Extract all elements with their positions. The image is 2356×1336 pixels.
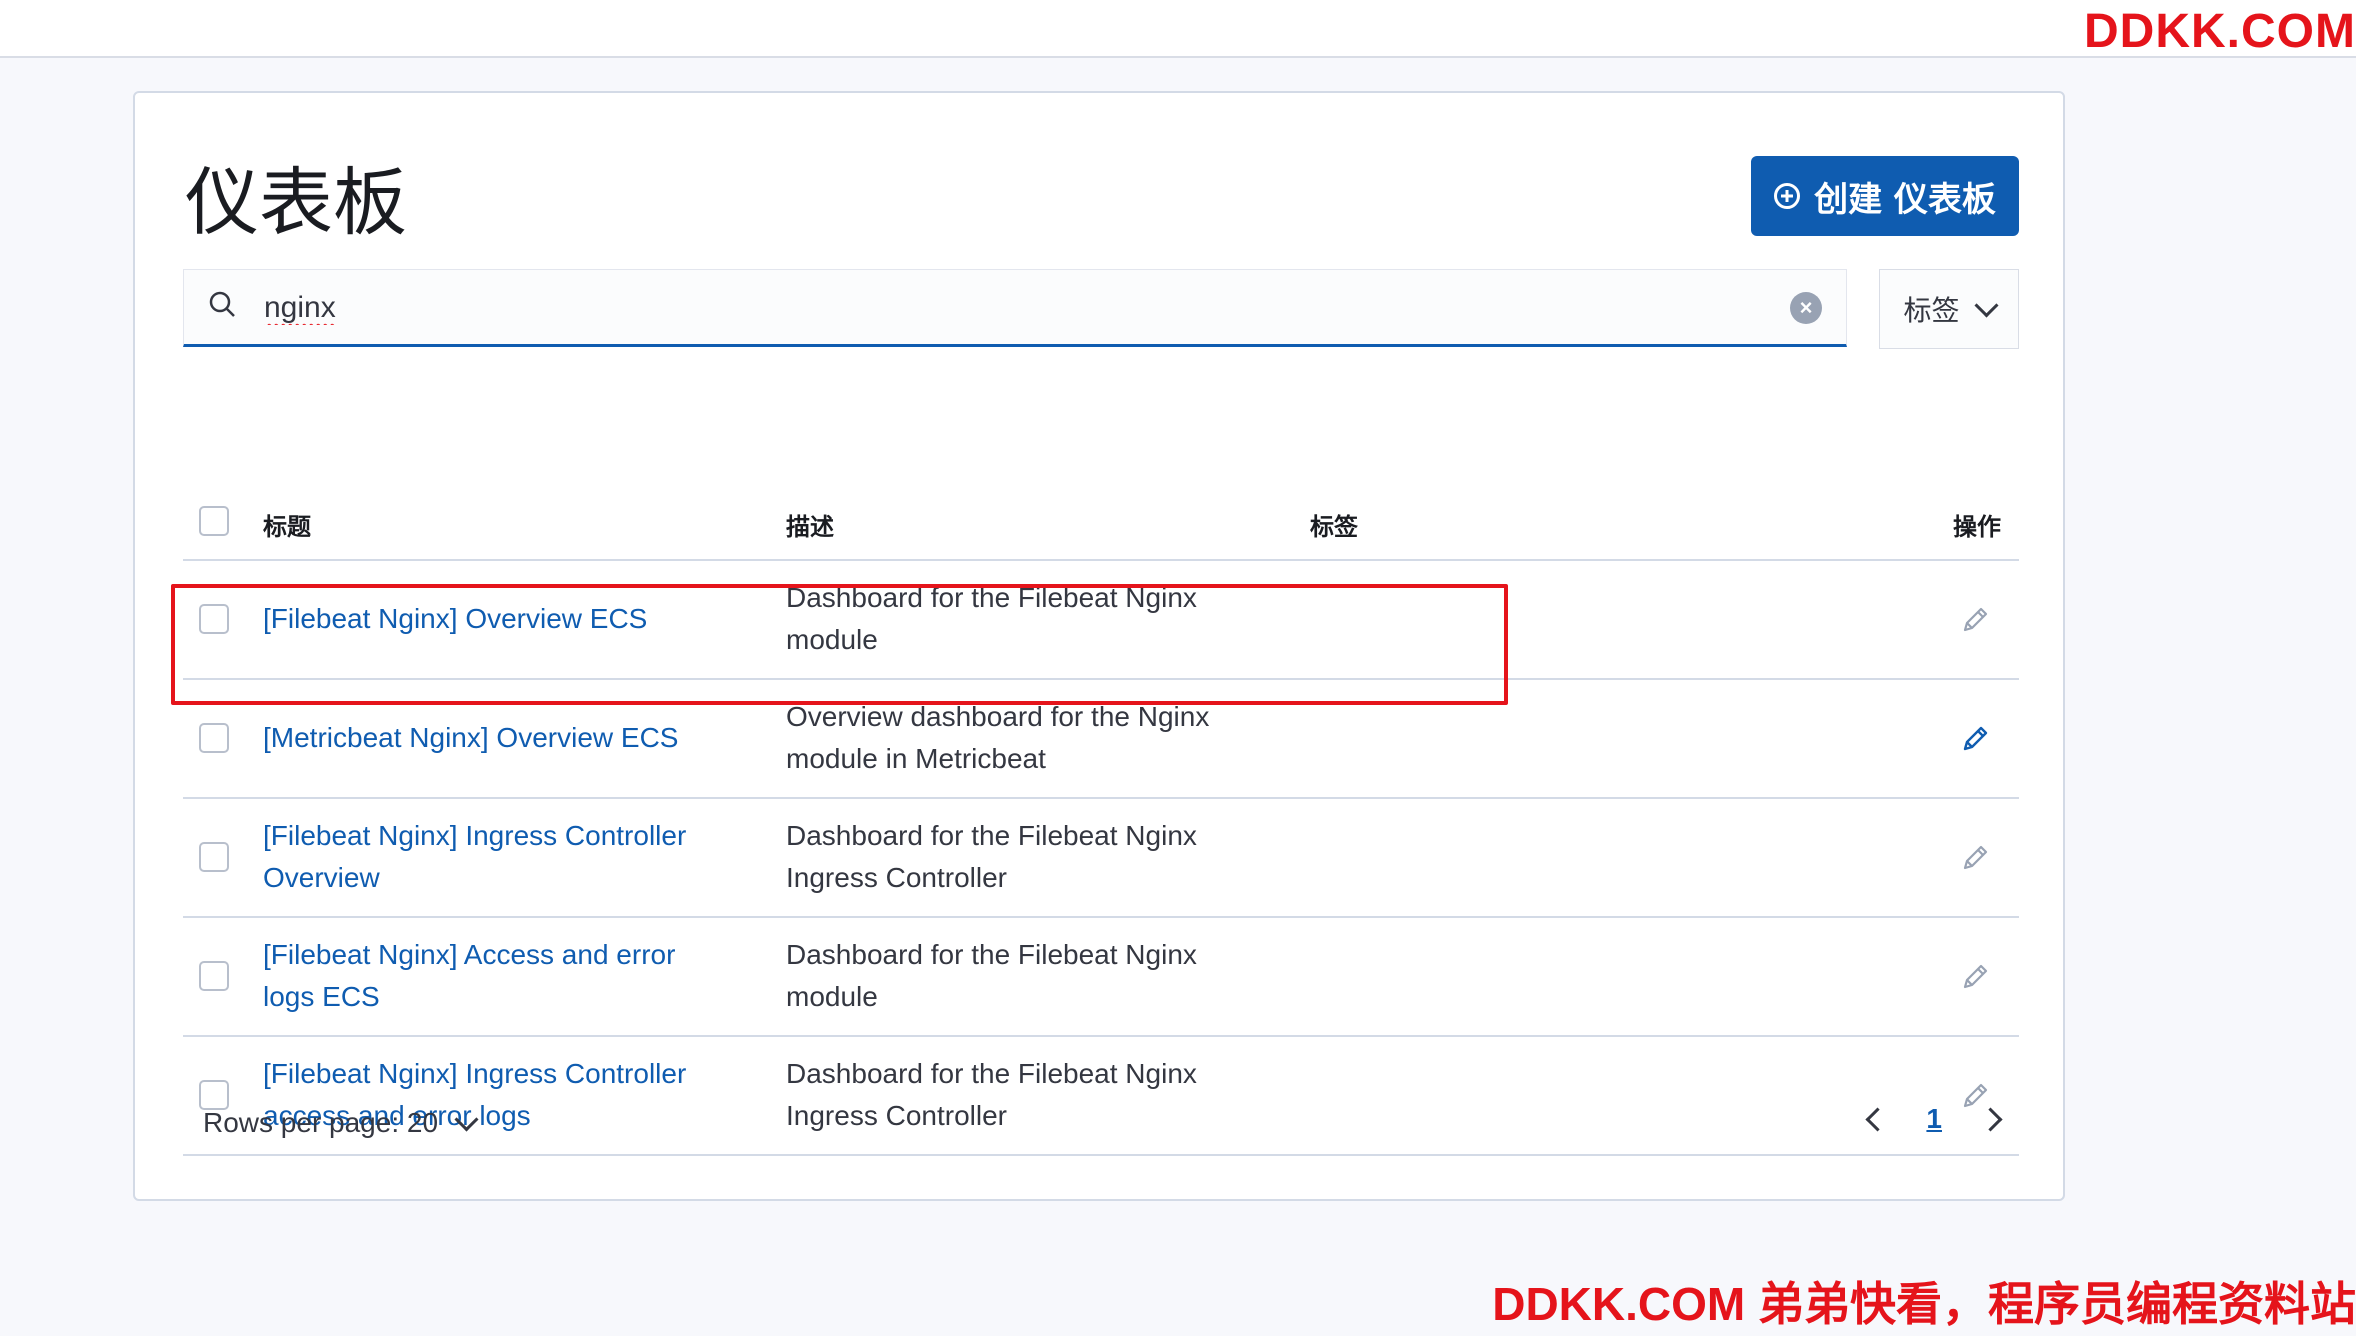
- watermark-bottom: DDKK.COM 弟弟快看，程序员编程资料站: [1492, 1278, 2356, 1330]
- clear-search-icon[interactable]: ×: [1790, 292, 1822, 324]
- pencil-icon[interactable]: [1959, 604, 1991, 636]
- pencil-icon[interactable]: [1959, 842, 1991, 874]
- pager: 1: [1865, 1103, 2003, 1135]
- dashboard-description: Dashboard for the Filebeat Nginx module: [786, 939, 1197, 1012]
- pagination-bar: Rows per page: 20 1: [183, 1093, 2019, 1153]
- dashboard-title-link[interactable]: [Filebeat Nginx] Access and error logs E…: [263, 934, 733, 1018]
- table-row: [Filebeat Nginx] Access and error logs E…: [183, 918, 2019, 1037]
- highlight-box: [171, 584, 1508, 705]
- row-checkbox[interactable]: [199, 961, 229, 991]
- pencil-icon[interactable]: [1959, 723, 1991, 755]
- table-header: 标题 描述 标签 操作: [183, 465, 2019, 561]
- page-number-button[interactable]: 1: [1926, 1103, 1942, 1135]
- row-checkbox[interactable]: [199, 723, 229, 753]
- select-all-checkbox[interactable]: [199, 506, 229, 536]
- pencil-icon[interactable]: [1959, 961, 1991, 993]
- watermark-top: DDKK.COM: [2084, 5, 2356, 58]
- chevron-down-icon: [1973, 292, 1999, 318]
- chevron-down-icon: [454, 1106, 479, 1132]
- rows-per-page-label: Rows per page: 20: [203, 1107, 439, 1138]
- rows-per-page-select[interactable]: Rows per page: 20: [203, 1106, 479, 1139]
- dashboard-description: Overview dashboard for the Nginx module …: [786, 701, 1210, 774]
- column-title[interactable]: 标题: [263, 507, 311, 542]
- search-icon: [209, 291, 235, 317]
- column-actions: 操作: [1953, 513, 2001, 541]
- chevron-left-icon[interactable]: [1865, 1106, 1890, 1132]
- create-dashboard-button[interactable]: 创建 仪表板: [1751, 156, 2019, 236]
- dashboard-title-link[interactable]: [Metricbeat Nginx] Overview ECS: [263, 717, 733, 759]
- create-dashboard-label: 创建 仪表板: [1814, 179, 1996, 220]
- table-row: [Filebeat Nginx] Ingress Controller Over…: [183, 799, 2019, 918]
- row-checkbox[interactable]: [199, 842, 229, 872]
- dashboards-table: 标题 描述 标签 操作 [Filebeat Nginx] Overview EC…: [183, 465, 2019, 1156]
- top-bar: [0, 0, 2356, 58]
- plus-circle-icon: [1774, 183, 1801, 209]
- tags-filter-label: 标签: [1903, 294, 1960, 327]
- dashboard-description: Dashboard for the Filebeat Nginx Ingress…: [786, 820, 1197, 893]
- tags-filter-button[interactable]: 标签: [1879, 269, 2019, 349]
- column-tags: 标签: [1310, 513, 1358, 541]
- page-title: 仪表板: [185, 160, 407, 246]
- search-input[interactable]: [262, 284, 1746, 332]
- column-description: 描述: [786, 513, 834, 541]
- chevron-right-icon[interactable]: [1978, 1106, 2003, 1132]
- dashboard-title-link[interactable]: [Filebeat Nginx] Ingress Controller Over…: [263, 815, 733, 899]
- search-box: ×: [183, 269, 1847, 347]
